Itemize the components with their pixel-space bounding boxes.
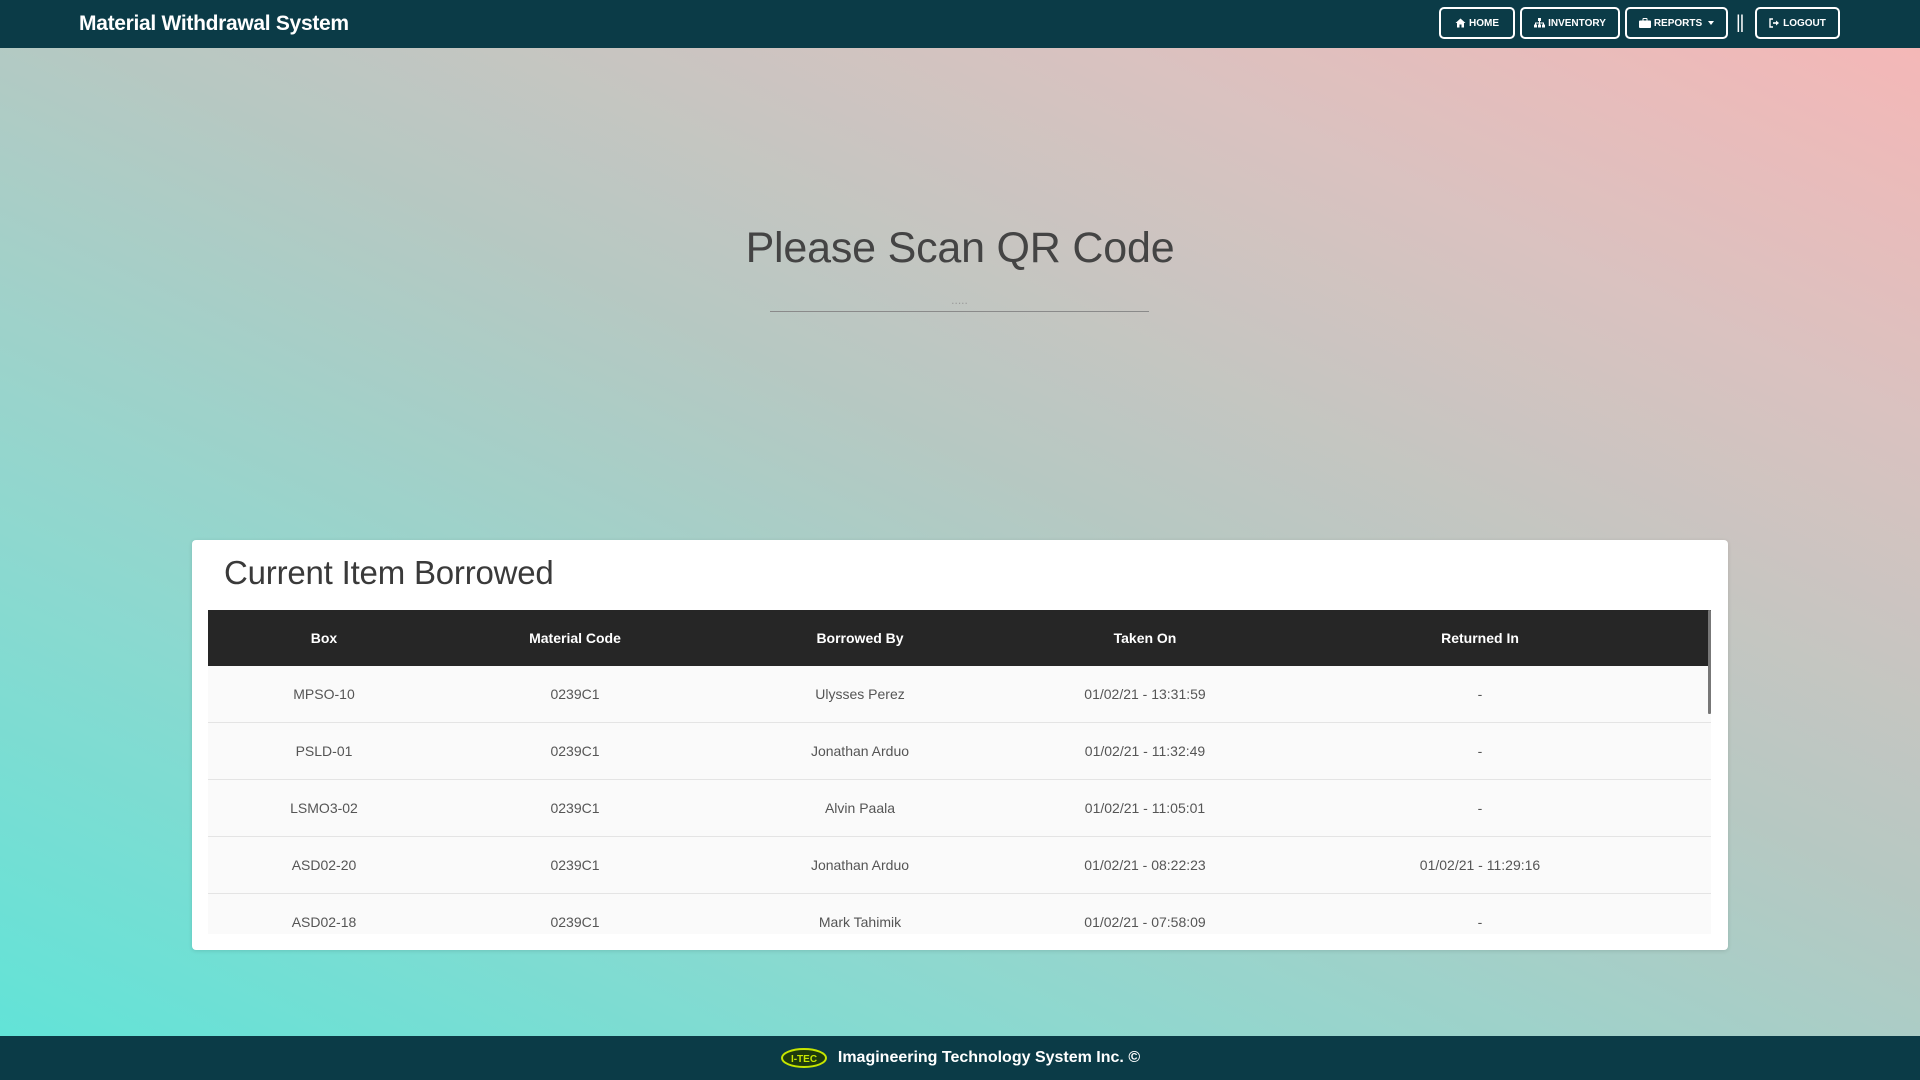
cell-box: PSLD-01 xyxy=(295,743,353,759)
cell-returned-in: 01/02/21 - 11:29:16 xyxy=(1419,857,1541,873)
cell-taken-on: 01/02/21 - 13:31:59 xyxy=(1084,686,1206,702)
table-scrollbar[interactable] xyxy=(1708,610,1711,714)
sign-out-icon xyxy=(1769,18,1780,28)
company-logo: I-TEC xyxy=(780,1048,827,1068)
cell-box: MPSO-10 xyxy=(293,686,355,702)
logout-button[interactable]: LOGOUT xyxy=(1755,7,1840,39)
chevron-down-icon xyxy=(1708,21,1715,25)
qr-scan-input[interactable] xyxy=(770,288,1149,312)
borrowed-items-table[interactable]: Box Material Code Borrowed By Taken On R… xyxy=(208,610,1711,934)
cell-borrowed-by: Ulysses Perez xyxy=(815,686,905,702)
cell-box: ASD02-18 xyxy=(291,914,357,930)
cell-borrowed-by: Alvin Paala xyxy=(824,800,896,816)
app-title: Material Withdrawal System xyxy=(79,12,349,35)
cell-borrowed-by: Jonathan Arduo xyxy=(810,743,910,759)
cell-material-code: 0239C1 xyxy=(550,686,600,702)
nav-separator: || xyxy=(1736,12,1744,32)
scan-prompt-heading: Please Scan QR Code xyxy=(745,224,1175,272)
column-header-box: Box xyxy=(310,630,338,646)
inventory-button-label: INVENTORY xyxy=(1548,17,1606,29)
cell-returned-in: - xyxy=(1477,743,1483,759)
card-title: Current Item Borrowed xyxy=(224,554,554,591)
top-navbar: Material Withdrawal System HOME INVENTOR… xyxy=(0,0,1920,48)
table-row: ASD02-18 0239C1 Mark Tahimik 01/02/21 - … xyxy=(208,894,1711,934)
reports-button-label: REPORTS xyxy=(1653,17,1703,29)
cell-material-code: 0239C1 xyxy=(550,743,600,759)
reports-dropdown-button[interactable]: REPORTS xyxy=(1625,7,1728,39)
logout-button-label: LOGOUT xyxy=(1783,17,1826,29)
table-row: MPSO-10 0239C1 Ulysses Perez 01/02/21 - … xyxy=(208,666,1711,723)
logo-text: I-TEC xyxy=(791,1054,817,1065)
table-row: LSMO3-02 0239C1 Alvin Paala 01/02/21 - 1… xyxy=(208,780,1711,837)
footer-company-name: Imagineering Technology System Inc. © xyxy=(837,1049,1141,1066)
cell-returned-in: - xyxy=(1477,800,1483,816)
cell-returned-in: - xyxy=(1477,686,1483,702)
cell-material-code: 0239C1 xyxy=(550,800,600,816)
cell-box: LSMO3-02 xyxy=(290,800,358,816)
table-row: ASD02-20 0239C1 Jonathan Arduo 01/02/21 … xyxy=(208,837,1711,894)
cell-taken-on: 01/02/21 - 11:32:49 xyxy=(1084,743,1206,759)
cell-taken-on: 01/02/21 - 07:58:09 xyxy=(1084,914,1206,930)
table-header-row: Box Material Code Borrowed By Taken On R… xyxy=(208,610,1711,666)
cell-borrowed-by: Mark Tahimik xyxy=(818,914,902,930)
cell-box: ASD02-20 xyxy=(291,857,357,873)
cell-material-code: 0239C1 xyxy=(550,857,600,873)
column-header-returned-in: Returned In xyxy=(1441,630,1519,646)
sitemap-icon xyxy=(1534,18,1546,28)
cell-returned-in: - xyxy=(1477,914,1483,930)
inventory-button[interactable]: INVENTORY xyxy=(1520,7,1620,39)
cell-material-code: 0239C1 xyxy=(550,914,600,930)
column-header-borrowed-by: Borrowed By xyxy=(816,630,904,646)
table-row: PSLD-01 0239C1 Jonathan Arduo 01/02/21 -… xyxy=(208,723,1711,780)
column-header-material-code: Material Code xyxy=(529,630,621,646)
cell-borrowed-by: Jonathan Arduo xyxy=(810,857,910,873)
home-button-label: HOME xyxy=(1469,17,1499,29)
cell-taken-on: 01/02/21 - 11:05:01 xyxy=(1084,800,1206,816)
borrowed-items-card: Current Item Borrowed Box Material Code … xyxy=(192,540,1728,950)
briefcase-icon xyxy=(1638,18,1651,28)
footer: I-TEC Imagineering Technology System Inc… xyxy=(0,1036,1920,1080)
column-header-taken-on: Taken On xyxy=(1113,630,1177,646)
cell-taken-on: 01/02/21 - 08:22:23 xyxy=(1084,857,1206,873)
home-icon xyxy=(1455,18,1466,28)
home-button[interactable]: HOME xyxy=(1439,7,1515,39)
